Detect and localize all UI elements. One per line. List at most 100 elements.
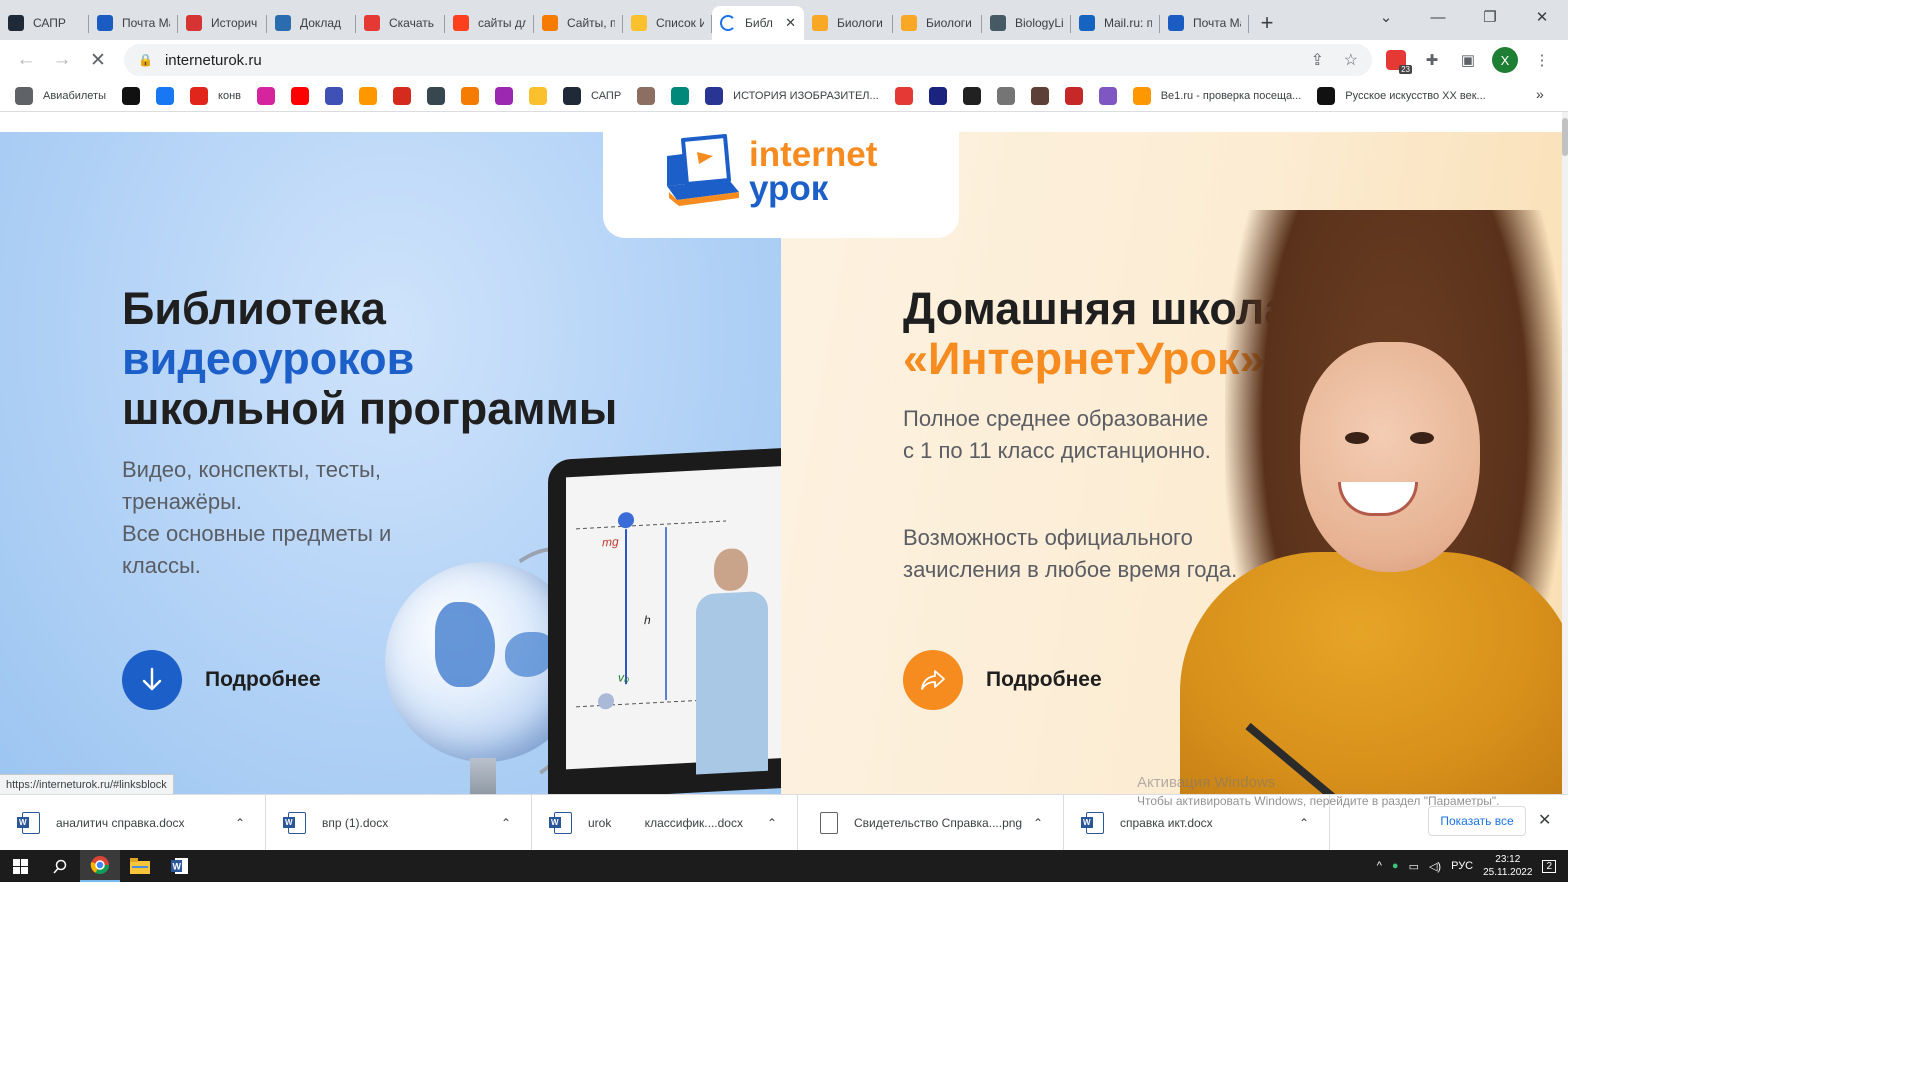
share-icon[interactable]: ⇪ (1311, 50, 1324, 70)
bookmark-item[interactable]: ИСТОРИЯ ИЗОБРАЗИТЕЛ... (705, 82, 879, 110)
bookmark-item[interactable] (359, 82, 377, 110)
bookmark-star-icon[interactable]: ☆ (1344, 50, 1358, 70)
file-explorer-icon[interactable] (120, 850, 160, 882)
plane-icon (461, 86, 479, 105)
browser-tab[interactable]: Сайты, п (534, 6, 623, 40)
network-icon[interactable]: ▭ (1409, 860, 1419, 873)
lock-icon[interactable]: 🔒 (138, 53, 153, 67)
menu-kebab-icon[interactable]: ⋮ (1530, 48, 1554, 72)
chevron-up-icon[interactable]: ⌃ (767, 816, 777, 830)
bookmark-item[interactable] (291, 82, 309, 110)
extensions-puzzle-icon[interactable]: ✚ (1420, 48, 1444, 72)
download-filename: аналитич справка.docx (56, 815, 185, 830)
bookmark-item[interactable] (637, 82, 656, 110)
bookmark-item[interactable] (495, 82, 513, 110)
library-description: Видео, конспекты, тесты, тренажёры. Все … (122, 457, 392, 578)
bookmark-item[interactable] (325, 82, 343, 110)
notifications-icon[interactable]: 2 (1542, 859, 1556, 873)
download-item[interactable]: urok классифик....docx ⌃ (532, 794, 798, 851)
browser-tab[interactable]: Mail.ru: п (1071, 6, 1160, 40)
bookmark-item[interactable] (996, 82, 1015, 110)
chevron-up-icon[interactable]: ⌃ (1299, 816, 1309, 830)
instagram-icon (257, 86, 275, 105)
bookmark-item[interactable] (928, 82, 947, 110)
bookmark-item[interactable] (962, 82, 981, 110)
site-logo[interactable]: internet урок (603, 112, 959, 238)
bookmark-item[interactable] (427, 82, 445, 110)
bookmark-item[interactable] (122, 82, 141, 110)
browser-tab[interactable]: BiologyLi (982, 6, 1071, 40)
browser-tab[interactable]: САПР (0, 6, 89, 40)
bookmark-item[interactable]: Русское искусство XX век... (1317, 82, 1486, 110)
address-bar[interactable]: 🔒 interneturok.ru ⇪ ☆ (124, 44, 1372, 76)
search-icon[interactable] (40, 850, 80, 882)
browser-tab[interactable]: Библ ✕ (712, 6, 804, 40)
url-text[interactable]: interneturok.ru (165, 52, 262, 69)
bookmark-item[interactable] (1064, 82, 1083, 110)
bookmark-item[interactable]: Авиабилеты (15, 82, 106, 110)
chrome-taskbar-icon[interactable] (80, 850, 120, 882)
word-taskbar-icon[interactable]: W (160, 850, 200, 882)
browser-tab[interactable]: Историч (178, 6, 267, 40)
clock[interactable]: 23:12 25.11.2022 (1483, 853, 1532, 879)
download-item[interactable]: Свидетельство Справка....png ⌃ (798, 794, 1064, 851)
browser-tab[interactable]: Почта Ma (89, 6, 178, 40)
browser-tab[interactable]: Скачать (356, 6, 445, 40)
arrow-down-icon[interactable] (122, 650, 182, 710)
restore-icon[interactable]: ❐ (1464, 0, 1516, 34)
bookmark-item[interactable]: САПР (563, 82, 621, 110)
back-button[interactable]: ← (8, 44, 44, 76)
browser-tab[interactable]: Биологи (804, 6, 893, 40)
browser-tab[interactable]: Доклад (267, 6, 356, 40)
stop-loading-button[interactable]: ✕ (80, 44, 116, 76)
close-tab-icon[interactable]: ✕ (785, 15, 796, 31)
bookmark-item[interactable] (529, 82, 547, 110)
language-indicator[interactable]: РУС (1451, 860, 1473, 872)
library-more-button[interactable]: Подробнее (122, 650, 321, 710)
download-item[interactable]: аналитич справка.docx ⌃ (0, 794, 266, 851)
hand-icon (529, 86, 547, 105)
browser-tab[interactable]: Почта Ma (1160, 6, 1249, 40)
browser-tab[interactable]: Биологи (893, 6, 982, 40)
bookmark-item[interactable] (257, 82, 275, 110)
profile-avatar[interactable]: X (1492, 47, 1518, 73)
bookmark-item[interactable]: конв (190, 82, 241, 110)
chevron-up-icon[interactable]: ⌃ (1033, 816, 1043, 830)
close-downloads-icon[interactable]: ✕ (1538, 810, 1551, 830)
browser-tab[interactable]: Список И (623, 6, 712, 40)
new-tab-button[interactable]: + (1249, 6, 1285, 40)
bookmark-item[interactable] (1098, 82, 1117, 110)
download-item[interactable]: впр (1).docx ⌃ (266, 794, 532, 851)
blob-icon (495, 86, 513, 105)
adblock-extension-icon[interactable]: 23 (1384, 48, 1412, 74)
share-arrow-icon[interactable] (903, 650, 963, 710)
chevron-up-icon[interactable]: ⌃ (501, 816, 511, 830)
volume-icon[interactable]: ◁) (1429, 860, 1441, 873)
facebook-icon (156, 86, 175, 105)
bookmark-item[interactable] (156, 82, 175, 110)
close-window-icon[interactable]: ✕ (1516, 0, 1568, 34)
bookmark-item[interactable] (461, 82, 479, 110)
minimize-icon[interactable]: — (1412, 0, 1464, 34)
tab-search-icon[interactable]: ⌄ (1360, 0, 1412, 34)
scrollbar-thumb[interactable] (1562, 118, 1568, 156)
windows-start-icon[interactable] (0, 850, 40, 882)
security-shield-icon[interactable]: ● (1392, 860, 1399, 872)
bookmark-item[interactable] (894, 82, 913, 110)
home-school-more-button[interactable]: Подробнее (903, 650, 1102, 710)
tab-title: Биологи (837, 16, 883, 30)
side-panel-icon[interactable]: ▣ (1456, 48, 1480, 72)
show-all-downloads-button[interactable]: Показать все (1428, 806, 1526, 836)
at-icon (359, 86, 377, 105)
bookmark-item[interactable] (1030, 82, 1049, 110)
browser-tab[interactable]: сайты дл (445, 6, 534, 40)
forward-button[interactable]: → (44, 44, 80, 76)
bookmark-item[interactable]: Be1.ru - проверка посеща... (1132, 82, 1301, 110)
bookmark-item[interactable] (671, 82, 690, 110)
page-scrollbar[interactable] (1562, 112, 1568, 794)
bookmark-item[interactable] (393, 82, 411, 110)
chevron-up-icon[interactable]: ⌃ (235, 816, 245, 830)
emblem-icon (325, 86, 343, 105)
bookmarks-overflow-icon[interactable]: » (1536, 86, 1548, 102)
tray-overflow-icon[interactable]: ^ (1377, 860, 1382, 872)
